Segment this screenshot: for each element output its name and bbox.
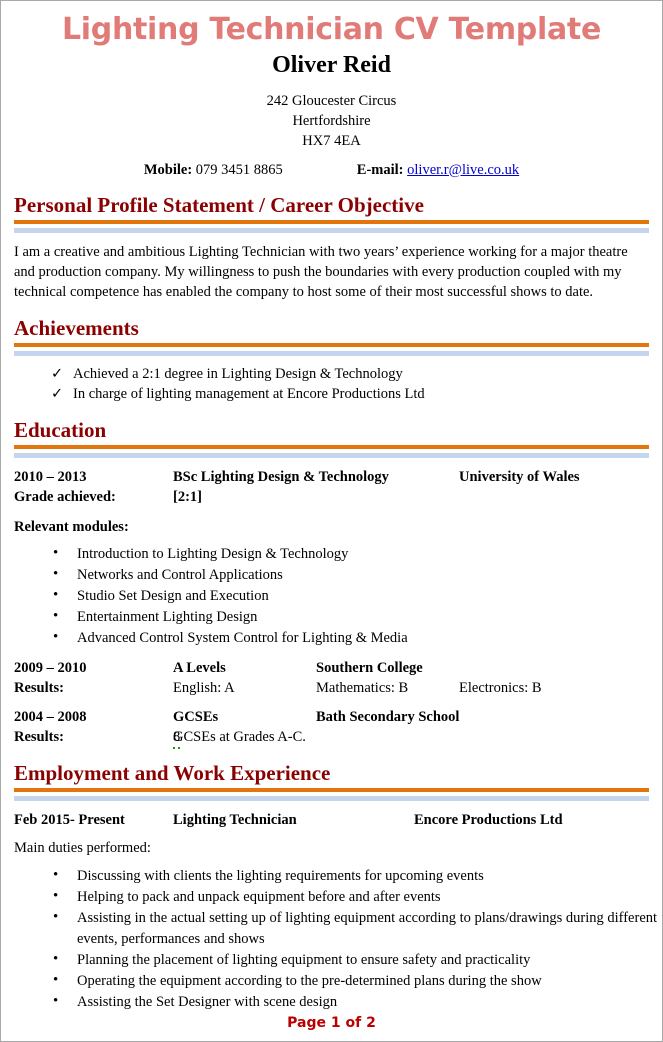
rule-orange: [14, 788, 649, 793]
degree-dates: 2010 – 2013: [14, 468, 87, 485]
rule-blue: [14, 452, 649, 458]
candidate-name: Oliver Reid: [272, 51, 391, 78]
relevant-modules-label: Relevant modules:: [14, 518, 129, 535]
address-line-1: 242 Gloucester Circus: [266, 92, 397, 109]
document-title: Lighting Technician CV Template: [61, 12, 601, 47]
section-education: Education 2010 – 2013 BSc Lighting Desig…: [1, 417, 662, 749]
contact-row: Mobile: 079 3451 8865 E-mail: oliver.r@l…: [1, 162, 662, 179]
duties-label: Main duties performed:: [14, 840, 151, 857]
list-item: Networks and Control Applications: [53, 564, 662, 586]
job-company: Encore Productions Ltd: [414, 812, 563, 829]
profile-text: I am a creative and ambitious Lighting T…: [14, 243, 628, 300]
list-item: Studio Set Design and Execution: [53, 585, 662, 607]
degree-grade-row: Grade achieved: [2:1]: [14, 487, 649, 507]
list-item: Entertainment Lighting Design: [53, 606, 662, 628]
education-rules: [1, 444, 662, 458]
list-item: Operating the equipment according to the…: [53, 970, 662, 992]
job-row: Feb 2015- Present Lighting Technician En…: [14, 810, 649, 830]
rule-orange: [14, 219, 649, 224]
degree-row: 2010 – 2013 BSc Lighting Design & Techno…: [14, 467, 649, 487]
degree-institution: University of Wales: [459, 468, 580, 485]
alevels-institution: Southern College: [316, 659, 423, 676]
alevels-dates: 2009 – 2010: [14, 659, 87, 676]
list-item: Planning the placement of lighting equip…: [53, 949, 662, 971]
list-item: Achieved a 2:1 degree in Lighting Design…: [51, 364, 662, 384]
alevels-result-1: English: A: [173, 679, 235, 696]
profile-rules: [1, 219, 662, 233]
address-line-2: Hertfordshire: [292, 112, 371, 129]
mobile-value: 079 3451 8865: [195, 161, 283, 178]
list-item: Introduction to Lighting Design & Techno…: [53, 543, 662, 565]
list-item: Assisting the Set Designer with scene de…: [53, 991, 662, 1013]
section-heading-education: Education: [14, 417, 107, 442]
gcse-results-label: Results:: [14, 728, 64, 745]
gcse-institution: Bath Secondary School: [316, 708, 460, 725]
job-dates: Feb 2015- Present: [14, 812, 125, 829]
duties-list: Discussing with clients the lighting req…: [1, 865, 662, 1013]
rule-orange: [14, 444, 649, 449]
mobile-field: Mobile: 079 3451 8865: [144, 162, 283, 179]
email-field: E-mail: oliver.r@live.co.uk: [357, 162, 519, 179]
grade-label: Grade achieved:: [14, 488, 116, 505]
rule-blue: [14, 227, 649, 233]
list-item: In charge of lighting management at Enco…: [51, 384, 662, 404]
education-degree-entry: 2010 – 2013 BSc Lighting Design & Techno…: [14, 467, 649, 507]
alevels-results-row: Results: English: A Mathematics: B Elect…: [14, 678, 649, 698]
email-label: E-mail:: [356, 161, 404, 178]
section-achievements: Achievements Achieved a 2:1 degree in Li…: [1, 316, 662, 404]
section-employment: Employment and Work Experience Feb 2015-…: [1, 761, 662, 1013]
section-heading-employment: Employment and Work Experience: [14, 760, 331, 785]
address-block: 242 Gloucester Circus Hertfordshire HX7 …: [1, 91, 662, 151]
address-line-3: HX7 4EA: [302, 132, 361, 149]
gcse-results-row: Results: 8 GCSEs at Grades A-C.: [14, 727, 649, 749]
rule-blue: [14, 350, 649, 356]
section-personal-profile: Personal Profile Statement / Career Obje…: [1, 193, 662, 302]
gcse-row: 2004 – 2008 GCSEs Bath Secondary School: [14, 707, 649, 727]
section-heading-achievements: Achievements: [14, 315, 139, 340]
employment-job-entry: Feb 2015- Present Lighting Technician En…: [14, 810, 649, 830]
achievements-rules: [1, 342, 662, 356]
achievements-list: Achieved a 2:1 degree in Lighting Design…: [1, 364, 662, 404]
cv-page: Lighting Technician CV Template Oliver R…: [0, 0, 663, 1042]
alevels-row: 2009 – 2010 A Levels Southern College: [14, 658, 649, 678]
grade-value: [2:1]: [173, 488, 202, 505]
list-item: Assisting in the actual setting up of li…: [53, 907, 662, 950]
employment-rules: [1, 788, 662, 802]
gcse-results-text: GCSEs at Grades A-C.: [173, 728, 306, 745]
alevels-result-3: Electronics: B: [459, 679, 542, 696]
list-item: Helping to pack and unpack equipment bef…: [53, 886, 662, 908]
degree-qualification: BSc Lighting Design & Technology: [173, 468, 389, 485]
mobile-label: Mobile:: [143, 161, 193, 178]
education-alevels-entry: 2009 – 2010 A Levels Southern College Re…: [14, 658, 649, 698]
modules-list: Introduction to Lighting Design & Techno…: [1, 543, 662, 649]
list-item: Advanced Control System Control for Ligh…: [53, 627, 662, 649]
list-item: Discussing with clients the lighting req…: [53, 865, 662, 887]
rule-blue: [14, 796, 649, 802]
alevels-qualification: A Levels: [173, 659, 226, 676]
education-gcse-entry: 2004 – 2008 GCSEs Bath Secondary School …: [14, 707, 649, 749]
page-footer: Page 1 of 2: [287, 1015, 376, 1031]
section-heading-profile: Personal Profile Statement / Career Obje…: [14, 192, 424, 217]
rule-orange: [14, 342, 649, 347]
gcse-qualification: GCSEs: [173, 708, 219, 725]
email-link[interactable]: oliver.r@live.co.uk: [407, 162, 519, 178]
alevels-result-2: Mathematics: B: [316, 679, 409, 696]
alevels-results-label: Results:: [14, 679, 64, 696]
job-role: Lighting Technician: [173, 812, 297, 829]
gcse-dates: 2004 – 2008: [14, 708, 87, 725]
